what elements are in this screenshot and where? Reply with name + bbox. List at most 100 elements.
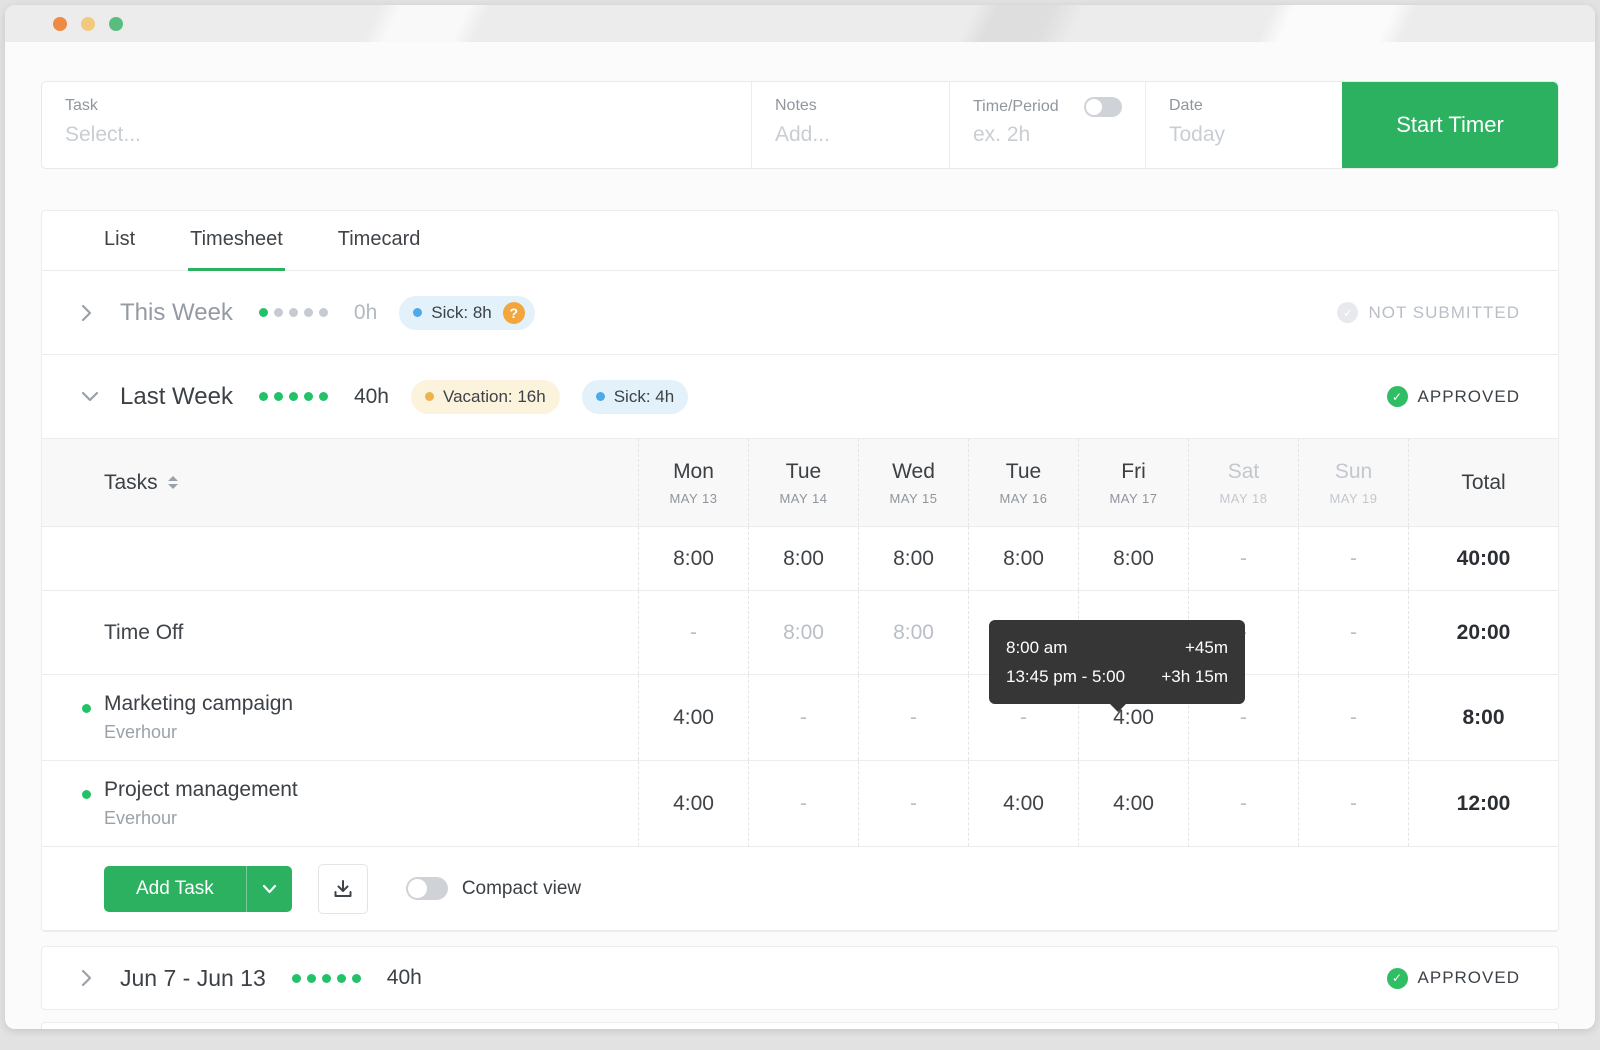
check-circle-icon: ✓ xyxy=(1387,386,1408,407)
tab-list[interactable]: List xyxy=(102,211,137,271)
window-titlebar xyxy=(5,5,1595,42)
time-cell[interactable]: 4:00 xyxy=(968,761,1078,846)
week-hours: 40h xyxy=(387,966,422,990)
time-cell[interactable]: - xyxy=(858,675,968,760)
task-name-cell[interactable] xyxy=(42,527,638,590)
sick-badge-label: Sick: 8h xyxy=(431,303,491,323)
table-row: Marketing campaign Everhour 4:00 - - - 4… xyxy=(42,675,1558,761)
week-hours: 0h xyxy=(354,301,377,325)
total-column-header: Total xyxy=(1408,439,1558,526)
row-total-cell: 20:00 xyxy=(1408,591,1558,674)
notes-field[interactable]: Notes Add... xyxy=(752,82,950,168)
task-name-label[interactable]: Project management xyxy=(104,778,298,802)
question-icon[interactable]: ? xyxy=(503,302,525,324)
tab-timesheet[interactable]: Timesheet xyxy=(188,211,285,271)
sick-badge[interactable]: Sick: 4h xyxy=(582,380,688,414)
start-timer-button[interactable]: Start Timer xyxy=(1342,82,1558,168)
time-cell[interactable]: - xyxy=(1298,761,1408,846)
time-cell[interactable]: - xyxy=(748,675,858,760)
minimize-window-icon[interactable] xyxy=(81,17,95,31)
table-row: 8:00 8:00 8:00 8:00 8:00 - - 40:00 xyxy=(42,527,1558,591)
week-row-this-week[interactable]: This Week 0h Sick: 8h ? ✓ NOT SUBMITTED xyxy=(42,271,1558,355)
week-status: ✓ APPROVED xyxy=(1387,968,1520,989)
status-label: NOT SUBMITTED xyxy=(1368,303,1520,323)
date-field[interactable]: Date Today xyxy=(1146,82,1342,168)
time-cell[interactable]: - xyxy=(858,761,968,846)
time-cell[interactable]: 8:00 xyxy=(968,527,1078,590)
notes-placeholder[interactable]: Add... xyxy=(775,123,926,153)
vacation-badge[interactable]: Vacation: 16h xyxy=(411,380,560,414)
sick-badge[interactable]: Sick: 8h ? xyxy=(399,296,534,330)
time-cell[interactable]: - xyxy=(638,591,748,674)
week-row-jun[interactable]: Jun 7 - Jun 13 40h ✓ APPROVED xyxy=(42,947,1558,1009)
time-cell[interactable]: 4:00 xyxy=(638,761,748,846)
task-name-label[interactable]: Marketing campaign xyxy=(104,692,293,716)
time-period-placeholder[interactable]: ex. 2h xyxy=(973,123,1122,153)
vacation-dot-icon xyxy=(425,392,434,401)
day-column-header: Fri MAY 17 xyxy=(1078,439,1188,526)
time-cell[interactable]: - xyxy=(1298,675,1408,760)
app-window: Task Select... Notes Add... Time/Period … xyxy=(5,5,1595,1029)
vacation-badge-label: Vacation: 16h xyxy=(443,387,546,407)
time-period-field[interactable]: Time/Period ex. 2h xyxy=(950,82,1146,168)
sick-dot-icon xyxy=(596,392,605,401)
sort-icon[interactable] xyxy=(168,476,178,489)
time-cell[interactable]: - xyxy=(1188,527,1298,590)
time-cell[interactable]: 4:00 xyxy=(638,675,748,760)
time-cell[interactable]: 8:00 xyxy=(858,527,968,590)
date-label: Date xyxy=(1169,97,1319,115)
tasks-column-header[interactable]: Tasks xyxy=(104,471,178,495)
time-cell[interactable]: - xyxy=(1298,527,1408,590)
week-status: ✓ NOT SUBMITTED xyxy=(1337,302,1520,323)
add-task-dropdown-button[interactable] xyxy=(246,866,292,912)
time-cell[interactable]: - xyxy=(748,761,858,846)
maximize-window-icon[interactable] xyxy=(109,17,123,31)
export-button[interactable] xyxy=(318,864,368,914)
tooltip-time-range: 13:45 pm - 5:00 xyxy=(1006,662,1125,691)
timesheet-grid: Tasks Mon MAY 13 Tue MAY 14 Wed MA xyxy=(42,439,1558,931)
task-name-cell[interactable]: Time Off xyxy=(42,591,638,674)
check-circle-icon: ✓ xyxy=(1387,968,1408,989)
day-column-header: Sat MAY 18 xyxy=(1188,439,1298,526)
chevron-right-icon[interactable] xyxy=(80,303,106,323)
task-name-cell[interactable]: Marketing campaign Everhour xyxy=(42,675,638,760)
close-window-icon[interactable] xyxy=(53,17,67,31)
chevron-right-icon[interactable] xyxy=(80,968,106,988)
window-controls[interactable] xyxy=(53,17,123,31)
grid-header-row: Tasks Mon MAY 13 Tue MAY 14 Wed MA xyxy=(42,439,1558,527)
tooltip-arrow xyxy=(1110,704,1126,712)
week-hours: 40h xyxy=(354,385,389,409)
time-cell[interactable]: - xyxy=(1188,761,1298,846)
week-day-dots xyxy=(292,974,361,983)
tooltip-duration: +45m xyxy=(1185,633,1228,662)
task-name-cell[interactable]: Project management Everhour xyxy=(42,761,638,846)
day-column-header: Tue MAY 14 xyxy=(748,439,858,526)
compact-view-control: Compact view xyxy=(406,877,581,900)
time-cell[interactable]: - xyxy=(1298,591,1408,674)
task-select-placeholder[interactable]: Select... xyxy=(65,123,728,153)
time-cell[interactable]: 8:00 xyxy=(748,591,858,674)
time-cell[interactable]: 8:00 xyxy=(748,527,858,590)
time-period-toggle[interactable] xyxy=(1084,97,1122,117)
compact-view-toggle[interactable] xyxy=(406,877,448,900)
time-cell[interactable]: 4:00 xyxy=(1078,761,1188,846)
view-tabs: List Timesheet Timecard xyxy=(42,211,1558,271)
row-total-cell: 8:00 xyxy=(1408,675,1558,760)
timer-bar: Task Select... Notes Add... Time/Period … xyxy=(41,81,1559,169)
download-icon xyxy=(332,878,354,900)
add-task-split-button[interactable]: Add Task xyxy=(104,866,292,912)
task-select-field[interactable]: Task Select... xyxy=(42,82,752,168)
day-column-header: Sun MAY 19 xyxy=(1298,439,1408,526)
week-row-last-week[interactable]: Last Week 40h Vacation: 16h Sick: 4h ✓ A… xyxy=(42,355,1558,439)
time-period-label: Time/Period xyxy=(973,98,1059,116)
time-cell[interactable]: 8:00 xyxy=(858,591,968,674)
tab-timecard[interactable]: Timecard xyxy=(336,211,423,271)
date-placeholder[interactable]: Today xyxy=(1169,123,1319,153)
chevron-down-icon[interactable] xyxy=(80,390,106,403)
week-label: Last Week xyxy=(120,383,233,411)
time-entry-tooltip: 8:00 am +45m 13:45 pm - 5:00 +3h 15m xyxy=(989,620,1245,704)
time-cell[interactable]: 8:00 xyxy=(638,527,748,590)
add-task-button[interactable]: Add Task xyxy=(104,866,246,912)
time-cell[interactable]: 8:00 xyxy=(1078,527,1188,590)
tasks-header-label: Tasks xyxy=(104,471,158,495)
